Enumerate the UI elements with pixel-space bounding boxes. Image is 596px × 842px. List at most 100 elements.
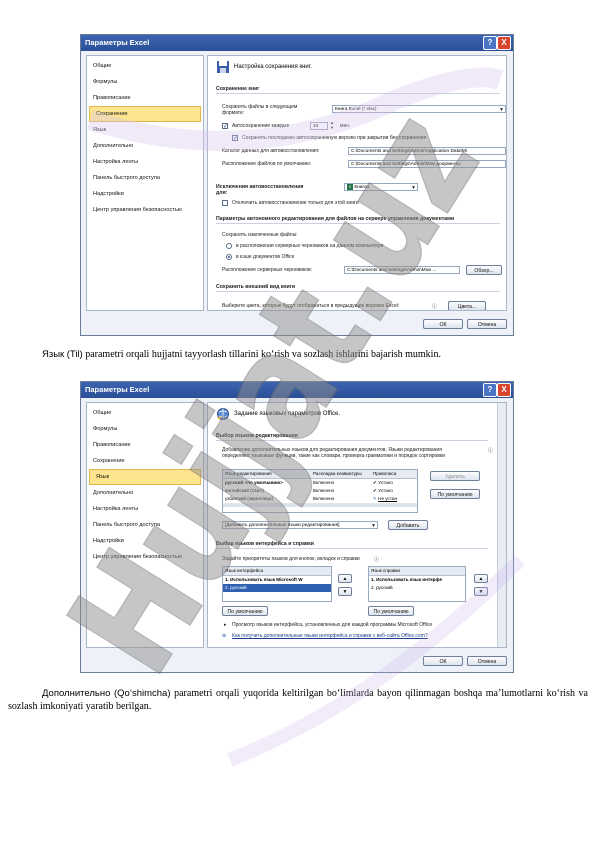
help-language-header: Язык справки <box>369 567 465 576</box>
excel-options-dialog-language: Параметры Excel ? X Общие Формулы Правоп… <box>80 381 514 673</box>
nav-item-language[interactable]: Язык <box>87 122 203 138</box>
nav-item-addins[interactable]: Надстройки <box>87 533 203 549</box>
default-dir-input[interactable]: C:\Documents and Settings\Admin\Мои доку… <box>348 160 506 168</box>
save-checked-out-label: Сохранять извлеченные файлы: <box>222 232 298 238</box>
ui-language-list: Язык интерфейса 1. Использовать язык Mic… <box>222 566 332 602</box>
disable-autorecover-checkbox[interactable] <box>222 200 228 206</box>
term-dopolnitelno: Дополнительно <box>42 688 111 699</box>
close-button[interactable]: X <box>497 36 511 50</box>
get-languages-link[interactable]: Как получить дополнительные языки интерф… <box>232 633 428 639</box>
table-row[interactable]: узбекский (кириллица) Включено ✎ Не устан <box>223 495 417 503</box>
list-item[interactable]: 2. русский <box>369 584 465 592</box>
section-editing-languages: Выбор языков редактирования <box>216 433 488 441</box>
save-format-select[interactable]: Книга Excel (*.xlsx) ▼ <box>332 105 506 113</box>
nav-item-proofing[interactable]: Правописание <box>87 90 203 106</box>
close-button[interactable]: X <box>497 383 511 397</box>
list-item[interactable]: 1. Использовать язык интерфе <box>369 576 465 584</box>
dialog-title: Параметры Excel <box>85 385 150 394</box>
editing-languages-table: Язык редактирования Раскладка клавиатуры П… <box>222 469 418 513</box>
move-down-button[interactable]: ▼ <box>338 587 352 596</box>
nav-item-customize-ribbon[interactable]: Настройка ленты <box>87 154 203 170</box>
exceptions-value: Книга1 <box>354 185 370 190</box>
autorecover-dir-input[interactable]: C:\Documents and Settings\Admin\Applicat… <box>348 147 506 155</box>
nav-item-trust-center[interactable]: Центр управления безопасностью <box>87 549 203 565</box>
language-settings-pane: Задание языковых параметров Office. Выбо… <box>207 402 507 648</box>
dialog-title-bar: Параметры Excel ? X <box>81 35 513 51</box>
nav-item-quick-access[interactable]: Панель быстрого доступа <box>87 517 203 533</box>
paragraph-advanced: Дополнительно (Qo‘shimcha) parametri orq… <box>8 687 588 713</box>
list-item[interactable]: 1. Использовать язык Microsoft W <box>223 576 331 584</box>
row-language: русский <по умолчанию> <box>225 480 283 485</box>
autosave-checkbox[interactable]: ✓ <box>222 123 228 130</box>
section-save-workbooks: Сохранение книг <box>216 86 500 94</box>
nav-item-customize-ribbon[interactable]: Настройка ленты <box>87 501 203 517</box>
cancel-button[interactable]: Отмена <box>467 656 507 666</box>
help-button[interactable]: ? <box>483 36 497 50</box>
row-proofing: ✔ Устано <box>373 479 413 487</box>
nav-item-formulas[interactable]: Формулы <box>87 74 203 90</box>
row-language: узбекский (кириллица) <box>225 496 274 501</box>
col-proofing: Правописа <box>373 471 397 476</box>
paragraph-language: Язык (Til) parametri orqali hujjatni tay… <box>8 348 588 361</box>
add-language-select[interactable]: [Добавить дополнительные языки редактиро… <box>222 521 378 529</box>
nav-item-advanced[interactable]: Дополнительно <box>87 485 203 501</box>
nav-item-save[interactable]: Сохранение <box>89 106 201 122</box>
editing-description: Добавление дополнительных языков для ред… <box>222 447 445 459</box>
expand-arrow-icon[interactable]: ▸ <box>224 622 227 628</box>
view-languages-link[interactable]: Просмотр языков интерфейса, установленны… <box>232 622 432 628</box>
radio-server-drafts[interactable] <box>226 243 232 249</box>
ok-button[interactable]: ОК <box>423 319 463 329</box>
autosave-minutes-input[interactable]: 10 <box>310 122 328 130</box>
table-row[interactable]: английский (США) Включено ✔ Устано <box>223 487 417 495</box>
row-proofing: ✔ Устано <box>373 487 413 495</box>
ui-description: Задайте приоритеты языков для кнопок, вк… <box>222 556 360 562</box>
autosave-unit: мин. <box>340 123 351 129</box>
drafts-location-input[interactable]: C:\Documents and Settings\Admin\Мои ... <box>344 266 460 274</box>
nav-item-general[interactable]: Общие <box>87 405 203 421</box>
help-move-down-button[interactable]: ▼ <box>474 587 488 596</box>
vertical-scrollbar[interactable] <box>497 403 506 647</box>
exceptions-select[interactable]: X Книга1 ▼ <box>344 183 418 191</box>
chevron-down-icon: ▼ <box>371 523 376 529</box>
nav-item-general[interactable]: Общие <box>87 58 203 74</box>
nav-item-proofing[interactable]: Правописание <box>87 437 203 453</box>
term-yazyk: Язык <box>42 349 65 360</box>
nav-item-save[interactable]: Сохранение <box>87 453 203 469</box>
chevron-down-icon: ▼ <box>411 185 416 191</box>
autosave-label: Автосохранение каждые <box>232 123 290 129</box>
keep-last-version-checkbox[interactable]: ✓ <box>232 135 238 142</box>
save-format-label: Сохранять файлы в следующем формате: <box>222 104 298 116</box>
nav-item-quick-access[interactable]: Панель быстрого доступа <box>87 170 203 186</box>
colors-button[interactable]: Цвета... <box>448 301 486 310</box>
add-language-value: [Добавить дополнительные языки редактиро… <box>225 523 340 528</box>
move-up-button[interactable]: ▲ <box>338 574 352 583</box>
list-item[interactable]: 2. русский <box>223 584 331 592</box>
help-button[interactable]: ? <box>483 383 497 397</box>
radio-office-cache-label: в кэше документов Office <box>236 254 295 260</box>
radio-office-cache[interactable] <box>226 254 232 260</box>
set-default-language-button[interactable]: По умолчанию <box>430 489 480 499</box>
nav-item-advanced[interactable]: Дополнительно <box>87 138 203 154</box>
add-language-button[interactable]: Добавить <box>388 520 428 530</box>
help-move-up-button[interactable]: ▲ <box>474 574 488 583</box>
spinner-icon[interactable]: ▲ ▼ <box>330 120 334 130</box>
dialog-title-bar: Параметры Excel ? X <box>81 382 513 398</box>
info-icon: ⓘ <box>374 557 380 563</box>
ui-default-button[interactable]: По умолчанию <box>222 606 268 616</box>
ok-button[interactable]: ОК <box>423 656 463 666</box>
nav-item-addins[interactable]: Надстройки <box>87 186 203 202</box>
nav-item-trust-center[interactable]: Центр управления безопасностью <box>87 202 203 218</box>
dialog-title: Параметры Excel <box>85 38 150 47</box>
help-default-button[interactable]: По умолчанию <box>368 606 414 616</box>
chevron-down-icon: ▼ <box>499 107 504 113</box>
horizontal-scrollbar[interactable] <box>223 503 417 507</box>
floppy-disk-icon <box>217 61 229 73</box>
cancel-button[interactable]: Отмена <box>467 319 507 329</box>
language-globe-icon <box>217 408 229 420</box>
nav-item-formulas[interactable]: Формулы <box>87 421 203 437</box>
remove-language-button[interactable]: Удалить <box>430 471 480 481</box>
nav-item-language[interactable]: Язык <box>89 469 201 485</box>
browse-button[interactable]: Обзор... <box>466 265 502 275</box>
table-row[interactable]: русский <по умолчанию> Включено ✔ Устано <box>223 479 417 487</box>
pane-header: Настройка сохранения книг. <box>234 64 312 70</box>
